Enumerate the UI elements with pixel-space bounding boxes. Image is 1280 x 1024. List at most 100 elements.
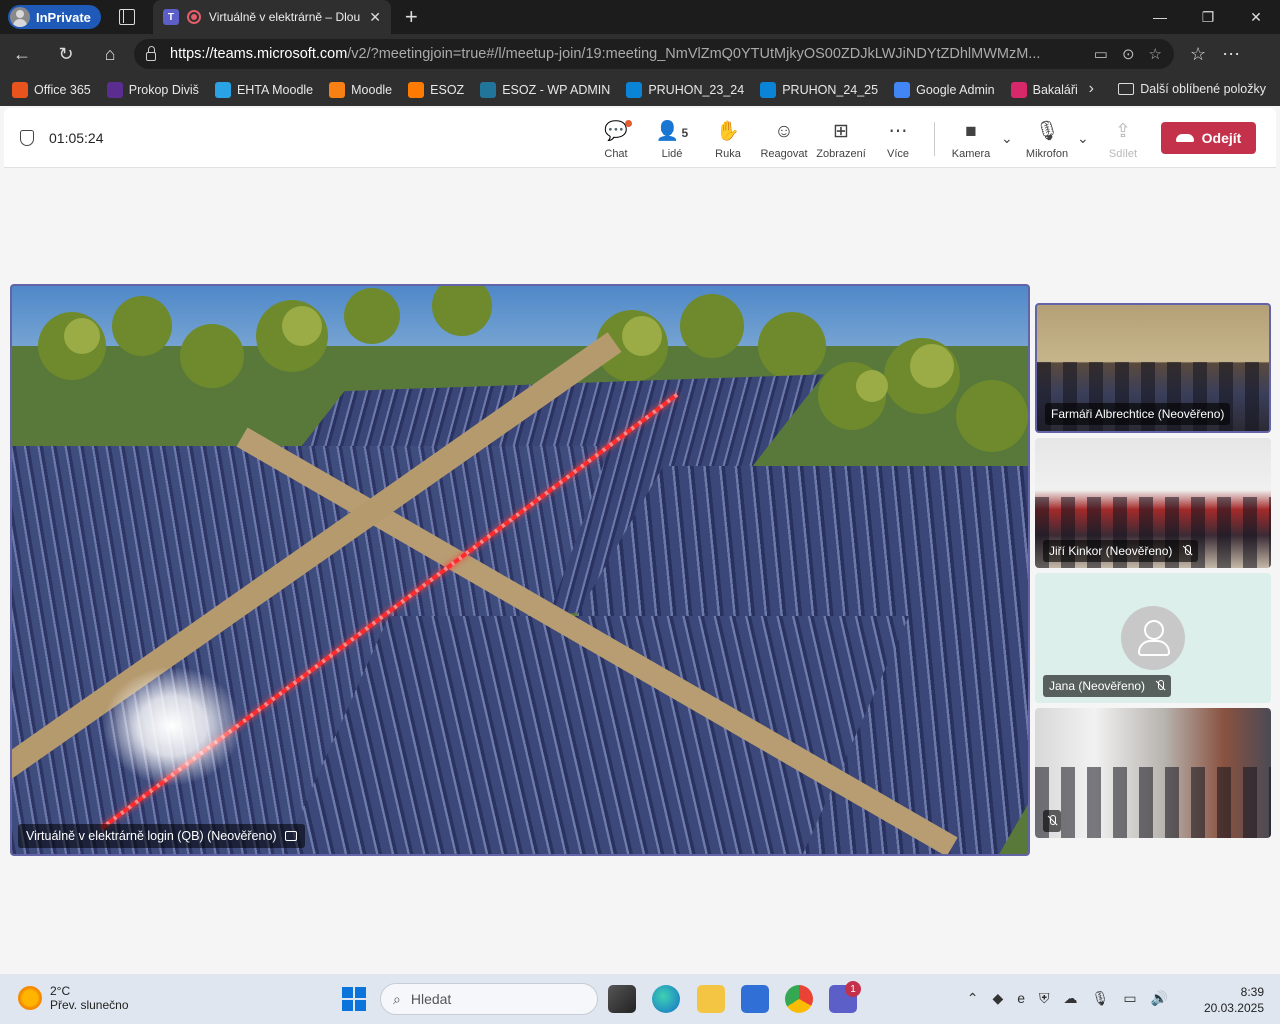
view-label: Zobrazení	[816, 148, 866, 160]
camera-button[interactable]: ■ Kamera	[943, 120, 999, 160]
browser-tab-bar: InPrivate T Virtuálně v elektrárně – Dlo…	[0, 0, 1280, 34]
edu-tray-icon[interactable]: e	[1017, 990, 1025, 1007]
favorites-overflow-icon[interactable]: ›	[1089, 80, 1094, 98]
teams-badge: 1	[845, 981, 861, 997]
refresh-icon[interactable]: ↻	[44, 44, 88, 65]
file-explorer-icon[interactable]	[697, 985, 725, 1013]
browser-menu-icon[interactable]: ⋯	[1222, 44, 1240, 65]
back-icon[interactable]: ←	[0, 44, 44, 65]
url-field[interactable]: https://teams.microsoft.com/v2/?meetingj…	[134, 39, 1174, 69]
raise-hand-button[interactable]: ✋ Ruka	[700, 120, 756, 160]
camera-permission-icon[interactable]: ▭	[1094, 45, 1108, 63]
folder-icon	[1118, 83, 1135, 95]
mic-muted-icon	[1047, 815, 1057, 827]
network-tray-icon[interactable]: ☁	[1064, 990, 1078, 1007]
tray-chevron-icon[interactable]: ⌃	[967, 990, 979, 1007]
share-label: Sdílet	[1108, 148, 1138, 160]
participant-tile[interactable]: Farmáři Albrechtice (Neověřeno)	[1035, 303, 1271, 433]
favorite-favicon-icon	[106, 82, 123, 98]
people-button[interactable]: 👤 5 Lidé	[644, 120, 700, 160]
profile-avatar-icon	[10, 7, 30, 27]
restore-icon[interactable]: ❐	[1184, 0, 1232, 34]
favorite-item[interactable]: Prokop Diviš	[106, 82, 199, 98]
start-windows-icon[interactable]	[342, 987, 366, 1011]
lock-icon[interactable]	[146, 45, 156, 61]
taskbar-search[interactable]: ⌕ Hledat	[380, 983, 598, 1015]
teams-icon[interactable]: 1	[829, 981, 861, 1013]
favorite-item[interactable]: Moodle	[329, 82, 392, 98]
search-placeholder: Hledat	[410, 991, 452, 1007]
main-video-name-tag: Virtuálně v elektrárně login (QB) (Neově…	[18, 824, 305, 848]
favorite-item[interactable]: PRUHON_23_24	[626, 82, 744, 98]
microphone-button[interactable]: 🎙 Mikrofon	[1019, 120, 1075, 160]
minimize-icon[interactable]: —	[1136, 0, 1184, 34]
favorites-icon[interactable]: ☆	[1190, 44, 1206, 65]
close-window-icon[interactable]: ✕	[1232, 0, 1280, 34]
tab-actions-icon[interactable]	[118, 9, 135, 25]
share-button[interactable]: ⇪ Sdílet	[1095, 120, 1151, 160]
participant-name-tag	[1043, 810, 1061, 832]
favorite-label: PRUHON_24_25	[782, 83, 879, 97]
display-tray-icon[interactable]: ▭	[1123, 990, 1136, 1007]
store-icon[interactable]	[741, 985, 769, 1013]
chat-button[interactable]: 💬 Chat	[588, 120, 644, 160]
favorite-favicon-icon	[760, 82, 777, 98]
people-label: Lidé	[661, 148, 683, 160]
more-icon: ⋯	[888, 121, 908, 142]
leave-button[interactable]: Odejít	[1161, 122, 1256, 154]
participant-tile[interactable]: Jiří Kinkor (Neověřeno)	[1035, 438, 1271, 568]
mic-muted-icon	[1155, 680, 1165, 692]
tab-active[interactable]: T Virtuálně v elektrárně – Dlou ✕	[152, 0, 391, 34]
favorite-item[interactable]: EHTA Moodle	[214, 82, 313, 98]
task-view-icon[interactable]	[608, 985, 636, 1013]
favorite-favicon-icon	[214, 82, 231, 98]
teams-tray-icon[interactable]: ◆	[992, 990, 1003, 1007]
mic-label: Mikrofon	[1025, 148, 1069, 160]
close-tab-icon[interactable]: ✕	[369, 9, 381, 26]
clock-time: 8:39	[1240, 985, 1264, 999]
camera-options-chevron-icon[interactable]: ⌄	[1001, 130, 1013, 147]
teams-meeting-page: 01:05:24 💬 Chat 👤 5 Lidé ✋ Ruka ☺ Reagova…	[0, 106, 1280, 974]
favorite-label: ESOZ - WP ADMIN	[502, 83, 611, 97]
clock[interactable]: 8:39 20.03.2025	[1204, 984, 1264, 1016]
favorite-star-icon[interactable]: ☆	[1149, 45, 1162, 63]
react-button[interactable]: ☺ Reagovat	[756, 120, 812, 160]
video-people	[1035, 766, 1271, 838]
more-tools-icon[interactable]: ⊙	[1122, 45, 1135, 63]
participant-name: Jiří Kinkor (Neověřeno)	[1049, 544, 1173, 558]
camera-icon: ■	[965, 121, 977, 142]
participant-tile[interactable]	[1035, 708, 1271, 838]
favorites-folder-label: Další oblíbené položky	[1140, 82, 1266, 96]
favorite-favicon-icon	[626, 82, 643, 98]
participant-name-tag: Jana (Neověřeno)	[1043, 675, 1172, 697]
participant-tile[interactable]: Jana (Neověřeno)	[1035, 573, 1271, 703]
main-video-stage[interactable]: Virtuálně v elektrárně login (QB) (Neově…	[10, 284, 1030, 856]
favorite-label: Google Admin	[916, 83, 995, 97]
favorite-label: PRUHON_23_24	[648, 83, 745, 97]
new-tab-icon[interactable]: +	[405, 4, 418, 30]
view-button[interactable]: ⊞ Zobrazení	[813, 120, 869, 160]
favorites-folder[interactable]: Další oblíbené položky	[1118, 82, 1266, 96]
favorite-item[interactable]: Bakaláři	[1010, 82, 1078, 98]
grid-view-icon: ⊞	[833, 121, 849, 142]
mic-tray-icon[interactable]: 🎙	[1092, 990, 1110, 1007]
toolbar-divider	[934, 122, 935, 156]
edge-icon[interactable]	[652, 985, 680, 1013]
window-controls: — ❐ ✕	[1136, 0, 1280, 34]
favorite-item[interactable]: PRUHON_24_25	[760, 82, 878, 98]
volume-icon[interactable]: 🔊	[1151, 990, 1168, 1007]
recording-icon	[186, 10, 201, 24]
favorite-item[interactable]: Office 365	[12, 82, 91, 98]
inprivate-badge[interactable]: InPrivate	[8, 5, 101, 29]
more-button[interactable]: ⋯ Více	[870, 120, 926, 160]
weather-widget[interactable]: 2°C Přev. slunečno	[18, 984, 129, 1012]
mic-muted-icon	[1182, 545, 1192, 557]
smile-icon: ☺	[774, 121, 794, 142]
home-icon[interactable]: ⌂	[88, 44, 132, 65]
mic-options-chevron-icon[interactable]: ⌄	[1077, 130, 1089, 147]
security-tray-icon[interactable]: ⛨	[1039, 990, 1050, 1007]
favorite-item[interactable]: ESOZ	[408, 82, 464, 98]
favorite-item[interactable]: Google Admin	[894, 82, 995, 98]
chrome-icon[interactable]	[785, 985, 813, 1013]
favorite-item[interactable]: ESOZ - WP ADMIN	[480, 82, 610, 98]
